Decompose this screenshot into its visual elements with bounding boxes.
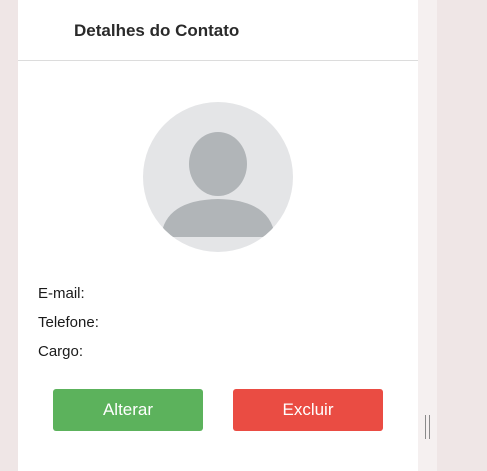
email-label: E-mail: <box>38 285 85 302</box>
left-gutter <box>0 0 18 471</box>
phone-label: Telefone: <box>38 314 99 331</box>
side-pane <box>418 0 437 471</box>
contact-details-panel: Detalhes do Contato E-mail: Telefone: Ca… <box>18 0 418 471</box>
panel-title: Detalhes do Contato <box>74 21 240 40</box>
contact-fields: E-mail: Telefone: Cargo: <box>38 284 99 371</box>
panel-header: Detalhes do Contato <box>18 0 418 61</box>
edit-button[interactable]: Alterar <box>53 389 203 431</box>
contact-avatar <box>143 102 293 252</box>
resize-grip-line <box>425 415 426 439</box>
resize-handle[interactable] <box>425 415 431 439</box>
resize-grip-line <box>429 415 430 439</box>
right-edge <box>437 0 487 471</box>
delete-button[interactable]: Excluir <box>233 389 383 431</box>
user-placeholder-icon <box>161 132 275 237</box>
role-label: Cargo: <box>38 343 84 360</box>
